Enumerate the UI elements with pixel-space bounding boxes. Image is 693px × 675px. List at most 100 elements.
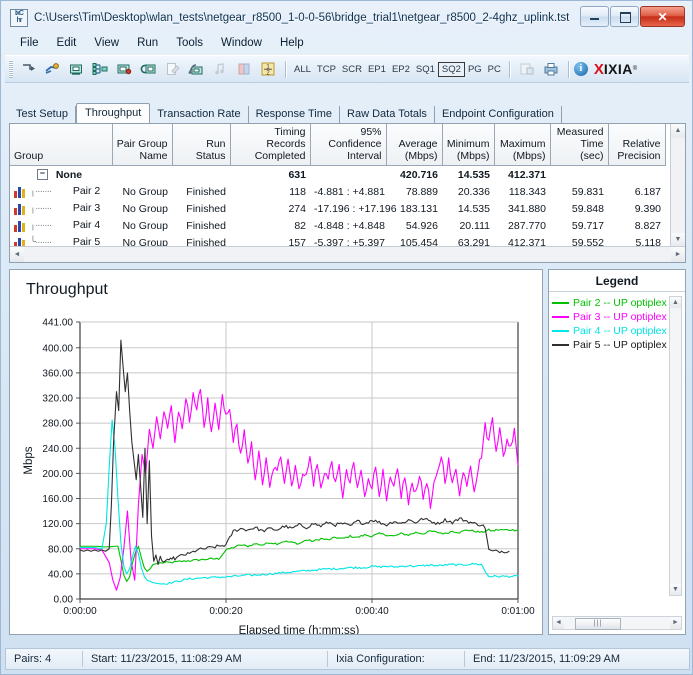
menu-run[interactable]: Run: [128, 34, 167, 52]
report-icon[interactable]: [209, 58, 231, 80]
endpoint-config-icon[interactable]: [185, 58, 207, 80]
filter-pc[interactable]: PC: [485, 63, 504, 76]
scroll-left-arrow[interactable]: ◄: [10, 247, 24, 262]
legend-vertical-scrollbar[interactable]: ▲ ▼: [669, 296, 682, 596]
legend-horizontal-scrollbar[interactable]: ◄ ||| ►: [552, 616, 682, 630]
throughput-chart[interactable]: 0.00 40.00 80.00 120.00 160.00 200.00 240.00 28…: [10, 270, 542, 635]
svg-text:160.00: 160.00: [42, 494, 73, 505]
status-end-time: End: 11/23/2015, 11:09:29 AM: [473, 653, 620, 665]
legend-title: Legend: [549, 270, 685, 292]
menu-help[interactable]: Help: [271, 34, 313, 52]
scroll-up-arrow[interactable]: ▲: [671, 124, 685, 138]
tab-raw-data-totals[interactable]: Raw Data Totals: [340, 106, 435, 123]
col-minimum[interactable]: Minimum (Mbps): [442, 124, 495, 166]
menu-edit[interactable]: Edit: [48, 34, 86, 52]
new-test-icon[interactable]: [17, 58, 39, 80]
table-row[interactable]: ╷······· Pair 2 No Group Finished 118 -4…: [10, 183, 665, 200]
group-confidence: [310, 166, 386, 184]
row-group-cell: ╷······· Pair 3: [10, 200, 112, 217]
filter-ep1[interactable]: EP1: [365, 63, 389, 76]
export-icon[interactable]: [516, 58, 538, 80]
menu-tools[interactable]: Tools: [167, 34, 212, 52]
print-preview-icon[interactable]: [540, 58, 562, 80]
row-run-status: Finished: [186, 219, 226, 232]
filter-ep2[interactable]: EP2: [389, 63, 413, 76]
legend-item-pair-2[interactable]: Pair 2 -- UP optiplex: [552, 296, 667, 310]
col-group[interactable]: Group: [10, 124, 113, 166]
row-measured-time: 59.831: [571, 185, 604, 198]
filter-scr[interactable]: SCR: [339, 63, 365, 76]
col-run-status[interactable]: Run Status: [172, 124, 231, 166]
toolbar-separator-2: [508, 60, 510, 78]
scroll-down-arrow[interactable]: ▼: [671, 233, 685, 247]
col-average[interactable]: Average (Mbps): [386, 124, 443, 166]
legend-scroll-right-arrow[interactable]: ►: [670, 617, 681, 629]
tree-connector: ╷·······: [29, 203, 52, 215]
tab-transaction-rate[interactable]: Transaction Rate: [150, 106, 249, 123]
table-vertical-scrollbar[interactable]: ▲ ▼: [670, 124, 685, 247]
col-confidence-interval[interactable]: 95% Confidence Interval: [310, 124, 387, 166]
row-average: 54.926: [405, 219, 438, 232]
filter-tcp[interactable]: TCP: [314, 63, 339, 76]
window-controls: ✕: [580, 6, 685, 27]
stop-test-icon[interactable]: [137, 58, 159, 80]
legend-item-pair-3[interactable]: Pair 3 -- UP optiplex: [552, 310, 667, 324]
collapse-icon[interactable]: −: [36, 169, 48, 181]
tab-response-time[interactable]: Response Time: [249, 106, 341, 123]
col-relative-precision[interactable]: Relative Precision: [608, 124, 666, 166]
legend-item-pair-5[interactable]: Pair 5 -- UP optiplex: [552, 338, 667, 352]
table-row[interactable]: ╷······· Pair 3 No Group Finished 274 -1…: [10, 200, 665, 217]
col-pair-group-name[interactable]: Pair Group Name: [112, 124, 173, 166]
menu-file[interactable]: File: [11, 34, 48, 52]
app-icon: IxC hr: [10, 9, 28, 27]
info-icon[interactable]: i: [573, 62, 588, 76]
menu-view[interactable]: View: [85, 34, 128, 52]
row-timing-records: 274: [288, 202, 306, 215]
tab-endpoint-configuration[interactable]: Endpoint Configuration: [435, 106, 562, 123]
legend-item-pair-4[interactable]: Pair 4 -- UP optiplex: [552, 324, 667, 338]
chart-icon[interactable]: [233, 58, 255, 80]
row-average: 78.889: [405, 185, 438, 198]
minimize-button[interactable]: [580, 6, 609, 27]
row-run-status: Finished: [186, 185, 226, 198]
menu-window[interactable]: Window: [212, 34, 271, 52]
filter-sq1[interactable]: SQ1: [413, 63, 438, 76]
maximize-button[interactable]: [610, 6, 639, 27]
number-format-icon[interactable]: 12: [257, 58, 279, 80]
app-window: IxC hr C:\Users\Tim\Desktop\wlan_tests\ne…: [0, 0, 693, 675]
save-test-icon[interactable]: [65, 58, 87, 80]
legend-scroll-thumb[interactable]: |||: [575, 618, 621, 630]
filter-sq2[interactable]: SQ2: [437, 61, 465, 77]
svg-text:240.00: 240.00: [42, 444, 73, 455]
status-start-time: Start: 11/23/2015, 11:08:29 AM: [83, 651, 328, 667]
col-measured-time[interactable]: Measured Time (sec): [550, 124, 609, 166]
tree-connector: ╷·······: [29, 220, 52, 232]
legend-scroll-down-arrow[interactable]: ▼: [670, 584, 681, 595]
filter-all[interactable]: ALL: [291, 63, 314, 76]
row-measured-time: 59.848: [571, 202, 604, 215]
run-test-icon[interactable]: [113, 58, 135, 80]
toolbar-grip[interactable]: [9, 60, 13, 78]
col-timing-records[interactable]: Timing Records Completed: [230, 124, 311, 166]
network-icon[interactable]: [89, 58, 111, 80]
svg-text:Mbps: Mbps: [23, 446, 35, 474]
legend-label-pair-2: Pair 2 -- UP optiplex: [573, 297, 667, 309]
legend-scroll-up-arrow[interactable]: ▲: [670, 297, 681, 308]
table-group-row[interactable]: − None 631 420.716 14.535 412.371: [10, 166, 665, 184]
scroll-right-arrow[interactable]: ►: [671, 247, 685, 262]
table-row[interactable]: ╷······· Pair 4 No Group Finished 82 -4.…: [10, 217, 665, 234]
table-horizontal-scrollbar[interactable]: ◄ ►: [10, 246, 685, 262]
legend-items: Pair 2 -- UP optiplex Pair 3 -- UP optip…: [552, 296, 667, 352]
tab-throughput[interactable]: Throughput: [75, 103, 151, 124]
edit-script-icon[interactable]: [161, 58, 183, 80]
legend-scroll-left-arrow[interactable]: ◄: [553, 617, 564, 629]
toolbar: 12 ALL TCP SCR EP1 EP2 SQ1 SQ2 PG PC i X…: [5, 55, 689, 83]
row-minimum: 14.535: [457, 202, 490, 215]
svg-text:0.00: 0.00: [54, 595, 74, 606]
col-maximum[interactable]: Maximum (Mbps): [494, 124, 551, 166]
pair-label: Pair 4: [72, 219, 101, 232]
open-test-icon[interactable]: [41, 58, 63, 80]
close-button[interactable]: ✕: [640, 6, 685, 27]
tab-test-setup[interactable]: Test Setup: [9, 106, 76, 123]
filter-pg[interactable]: PG: [465, 63, 485, 76]
